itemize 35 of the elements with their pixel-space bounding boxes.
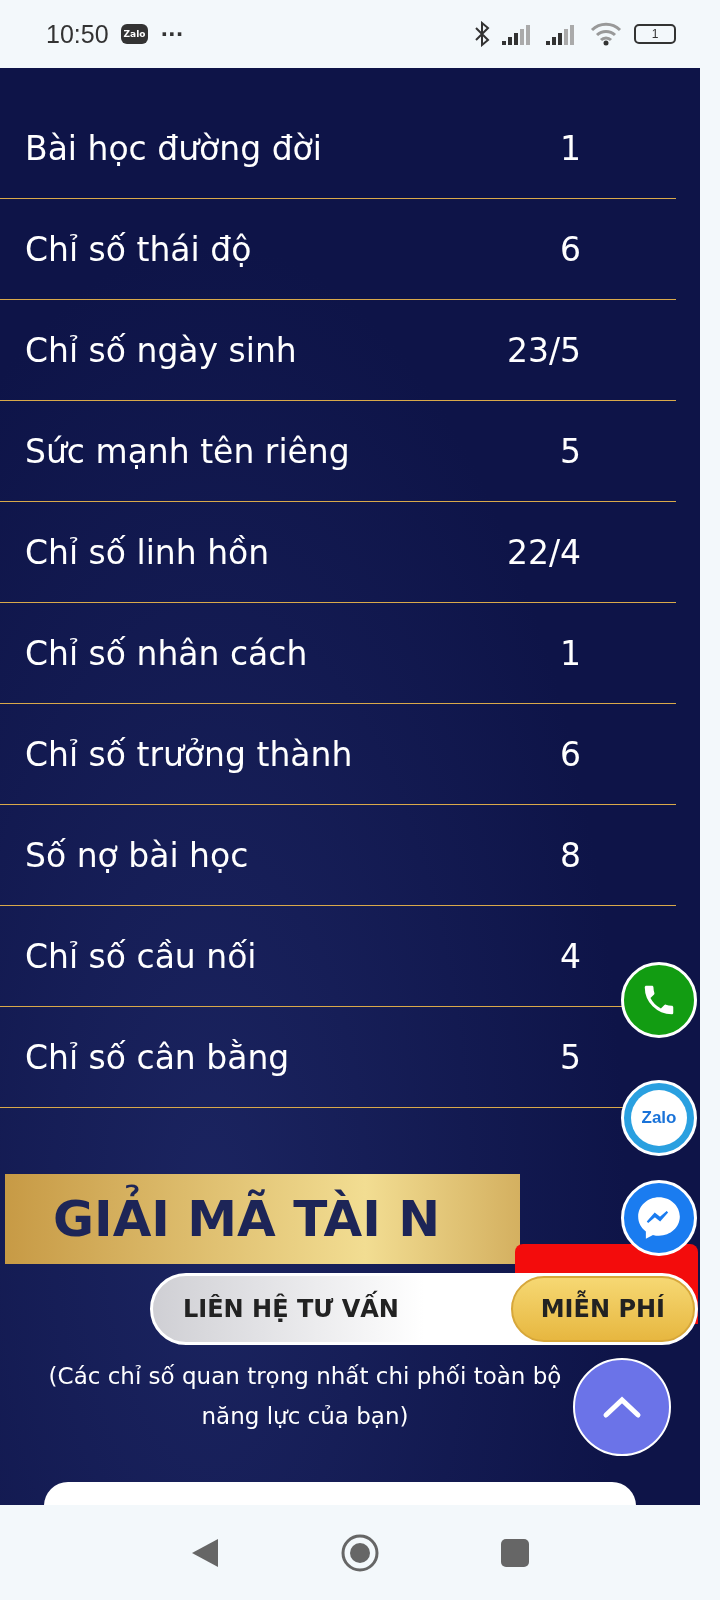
- row-value: 1: [560, 128, 581, 168]
- row-label: Chỉ số nhân cách: [25, 633, 308, 673]
- row-value: 23/5: [506, 330, 581, 370]
- row-value: 8: [560, 835, 581, 875]
- home-icon[interactable]: [340, 1532, 380, 1573]
- wifi-icon: [590, 22, 622, 46]
- contact-button[interactable]: LIÊN HỆ TƯ VẤN MIỄN PHÍ: [150, 1273, 698, 1345]
- row-label: Chỉ số cân bằng: [25, 1037, 290, 1077]
- row-label: Chỉ số ngày sinh: [25, 330, 297, 370]
- section-heading: GIẢI MÃ TÀI N: [53, 1184, 440, 1254]
- more-notifications: ···: [160, 22, 184, 46]
- row-label: Sức mạnh tên riêng: [25, 431, 350, 471]
- clock: 10:50: [46, 19, 109, 49]
- row-value: 5: [560, 431, 581, 471]
- row-label: Chỉ số thái độ: [25, 229, 252, 269]
- back-icon[interactable]: [190, 1536, 220, 1569]
- section-subtitle: (Các chỉ số quan trọng nhất chi phối toàn bộ năng lực của bạn): [47, 1362, 563, 1431]
- row-label: Chỉ số linh hồn: [25, 532, 270, 572]
- battery-icon: 1: [634, 24, 676, 44]
- app-notification-icon: Zalo: [120, 24, 149, 44]
- row-value: 6: [560, 229, 581, 269]
- chevron-up-icon: [602, 1395, 642, 1419]
- recents-icon[interactable]: [500, 1537, 530, 1568]
- row-value: 4: [560, 936, 581, 976]
- bluetooth-icon: [474, 21, 490, 47]
- row-value: 22/4: [506, 532, 581, 572]
- row-label: Số nợ bài học: [25, 835, 249, 875]
- row-value: 6: [560, 734, 581, 774]
- row-value: 5: [560, 1037, 581, 1077]
- row-label: Bài học đường đời: [25, 128, 322, 168]
- row-label: Chỉ số cầu nối: [25, 936, 257, 976]
- row-value: 1: [560, 633, 581, 673]
- row-label: Chỉ số trưởng thành: [25, 734, 353, 774]
- zalo-button[interactable]: Zalo: [621, 1080, 697, 1156]
- free-badge: MIỄN PHÍ: [510, 1276, 695, 1342]
